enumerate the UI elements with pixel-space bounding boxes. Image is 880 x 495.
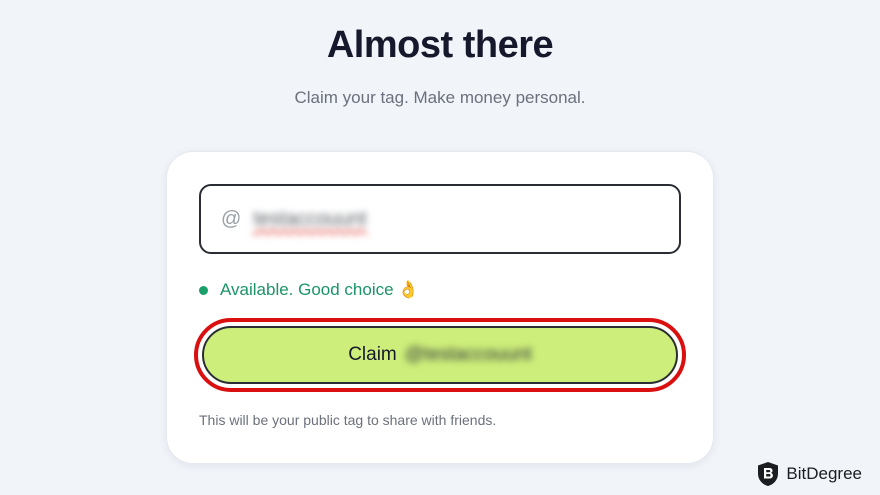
status-text: Available. Good choice <box>220 280 394 299</box>
status-dot-icon <box>199 285 208 295</box>
availability-status: Available. Good choice 👌 <box>199 280 419 300</box>
tag-input-value[interactable]: testaccouunt <box>253 208 366 231</box>
tag-input[interactable]: @ testaccouunt <box>199 184 681 254</box>
claim-button-label: Claim <box>348 344 397 365</box>
ok-hand-icon: 👌 <box>397 280 419 299</box>
bitdegree-shield-icon <box>758 462 779 486</box>
page-title: Almost there <box>326 24 554 66</box>
at-sign-icon: @ <box>221 207 242 230</box>
claim-button-tag: @testaccouunt <box>404 344 532 365</box>
hint-text: This will be your public tag to share wi… <box>199 412 497 428</box>
bitdegree-watermark: BitDegree <box>757 461 862 487</box>
page-subtitle: Claim your tag. Make money personal. <box>294 88 586 107</box>
claim-card: @ testaccouunt Available. Good choice 👌 … <box>167 152 713 463</box>
brand-name: BitDegree <box>786 464 862 483</box>
claim-button[interactable]: Claim @testaccouunt <box>202 326 678 384</box>
